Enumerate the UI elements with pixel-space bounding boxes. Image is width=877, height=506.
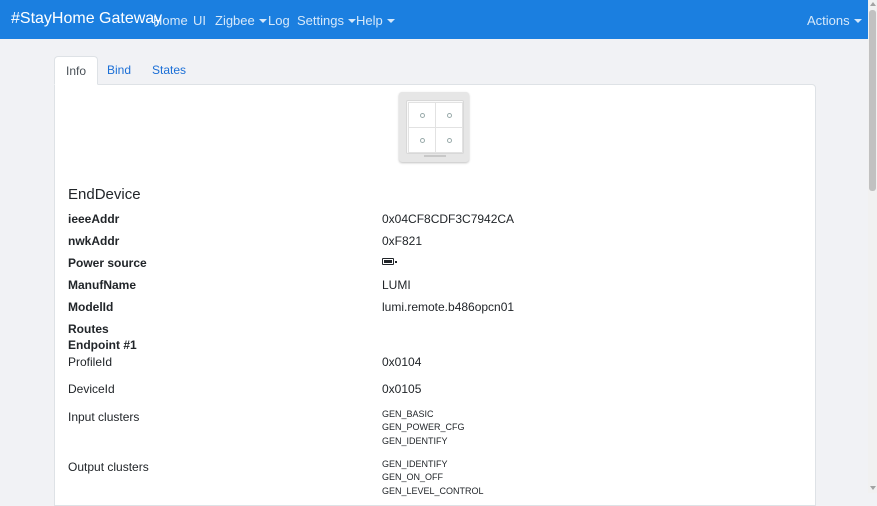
list-item: GEN_IDENTIFY xyxy=(382,459,448,469)
chevron-down-icon xyxy=(386,19,395,23)
led-indicator xyxy=(447,113,452,118)
nav-ui[interactable]: UI xyxy=(193,13,206,28)
device-image xyxy=(399,92,469,162)
device-id-value: 0x0105 xyxy=(382,382,422,396)
profile-id-value: 0x0104 xyxy=(382,355,422,369)
ieee-value: 0x04CF8CDF3C7942CA xyxy=(382,212,515,226)
device-type-heading: EndDevice xyxy=(68,186,141,203)
led-indicator xyxy=(420,138,425,143)
manuf-name-label: ManufName xyxy=(68,278,137,292)
scroll-up-icon[interactable] xyxy=(870,2,876,6)
input-cluster-list: GEN_BASIC GEN_POWER_CFG GEN_IDENTIFY xyxy=(382,408,465,448)
device-id-label: DeviceId xyxy=(68,382,115,396)
switch-plate xyxy=(406,100,464,154)
list-item: GEN_ON_OFF xyxy=(382,472,444,483)
led-indicator xyxy=(420,113,425,118)
model-id-value: lumi.remote.b486opcn01 xyxy=(382,300,515,314)
manuf-name-value: LUMI xyxy=(382,278,411,292)
input-clusters-label: Input clusters xyxy=(68,410,140,424)
brand-link[interactable]: #StayHome Gateway xyxy=(11,10,162,28)
switch-key xyxy=(435,102,463,128)
nav-log[interactable]: Log xyxy=(268,13,290,28)
battery-tip xyxy=(395,260,397,263)
profile-id-label: ProfileId xyxy=(68,355,113,369)
output-clusters-label: Output clusters xyxy=(68,460,149,474)
switch-key xyxy=(408,127,436,153)
power-source-label: Power source xyxy=(68,256,147,270)
nwk-value: 0xF821 xyxy=(382,234,423,248)
nav-home[interactable]: Home xyxy=(153,13,188,28)
nwk-label: nwkAddr xyxy=(68,234,120,248)
chevron-down-icon xyxy=(258,19,267,23)
ieee-label: ieeeAddr xyxy=(68,212,120,226)
list-item: GEN_POWER_CFG xyxy=(382,422,465,433)
switch-key xyxy=(408,102,436,128)
list-item: GEN_LEVEL_CONTROL xyxy=(382,485,484,496)
top-navbar: #StayHome Gateway Home UI Zigbee Log Set… xyxy=(0,0,868,39)
chevron-down-icon xyxy=(347,19,356,23)
nav-settings-dropdown[interactable]: Settings xyxy=(297,13,356,28)
nav-zigbee-label: Zigbee xyxy=(215,13,255,28)
tab-states[interactable]: States xyxy=(141,56,197,84)
list-item: GEN_BASIC xyxy=(382,409,434,419)
nav-zigbee-dropdown[interactable]: Zigbee xyxy=(215,13,267,28)
nav-help-dropdown[interactable]: Help xyxy=(356,13,395,28)
nav-settings-label: Settings xyxy=(297,13,344,28)
scroll-down-icon[interactable] xyxy=(870,486,876,490)
model-id-label: ModelId xyxy=(68,300,114,314)
tab-info[interactable]: Info xyxy=(54,56,99,85)
scrollbar-thumb[interactable] xyxy=(869,10,876,191)
page-scrollbar[interactable] xyxy=(868,0,877,493)
switch-key xyxy=(435,127,463,153)
led-indicator xyxy=(447,138,452,143)
battery-full-icon xyxy=(382,258,397,265)
output-cluster-list: GEN_IDENTIFY GEN_ON_OFF GEN_LEVEL_CONTRO… xyxy=(382,458,484,498)
tab-bind[interactable]: Bind xyxy=(96,56,142,84)
list-item: GEN_IDENTIFY xyxy=(382,435,448,446)
nav-actions-dropdown[interactable]: Actions xyxy=(807,13,862,28)
nav-actions-label: Actions xyxy=(807,13,850,28)
device-logo-mark xyxy=(424,155,446,157)
battery-fill xyxy=(384,260,392,263)
routes-label: Routes xyxy=(68,322,109,336)
endpoint-title: Endpoint #1 xyxy=(68,338,137,352)
nav-help-label: Help xyxy=(356,13,383,28)
chevron-down-icon xyxy=(853,19,862,23)
